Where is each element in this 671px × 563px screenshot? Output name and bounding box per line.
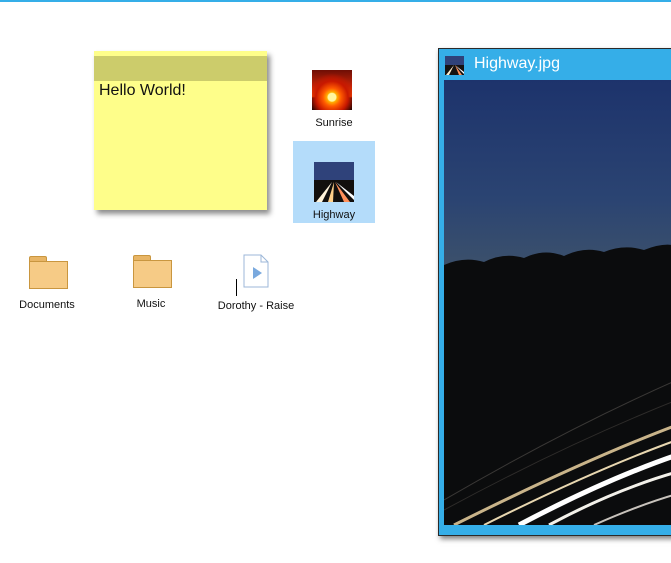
folder-icon — [133, 255, 172, 288]
folder-icon — [29, 256, 68, 289]
desktop-icon-label: Music — [136, 298, 166, 310]
desktop-icon-label: Dorothy - Raise — [217, 300, 295, 312]
highway-image-thumbnail — [314, 162, 354, 202]
desktop-icon-label: Sunrise — [315, 117, 353, 129]
sticky-note[interactable]: Hello World! — [94, 51, 267, 210]
top-accent-line — [0, 0, 671, 2]
window-title: Highway.jpg — [474, 55, 560, 72]
desktop-icon-highway[interactable]: Highway — [293, 141, 375, 223]
desktop-icon-sunrise[interactable]: Sunrise — [300, 66, 368, 134]
desktop-icon-music[interactable]: Music — [118, 253, 184, 313]
image-viewer-window[interactable]: Highway.jpg — [438, 48, 671, 536]
text-cursor — [236, 279, 237, 296]
highway-photo — [444, 80, 671, 525]
desktop-icon-dorothy-raise[interactable]: Dorothy - Raise — [214, 252, 298, 314]
sticky-note-text[interactable]: Hello World! — [99, 82, 186, 100]
highway-image-icon — [445, 56, 464, 75]
sunrise-image-thumbnail — [312, 70, 352, 110]
desktop-icon-label: Documents — [19, 299, 75, 311]
desktop-icon-documents[interactable]: Documents — [14, 254, 80, 314]
window-titlebar[interactable]: Highway.jpg — [439, 49, 671, 79]
desktop-icon-label: Highway — [312, 209, 356, 221]
sticky-note-drag-bar[interactable] — [94, 56, 267, 81]
media-file-icon — [243, 254, 269, 288]
